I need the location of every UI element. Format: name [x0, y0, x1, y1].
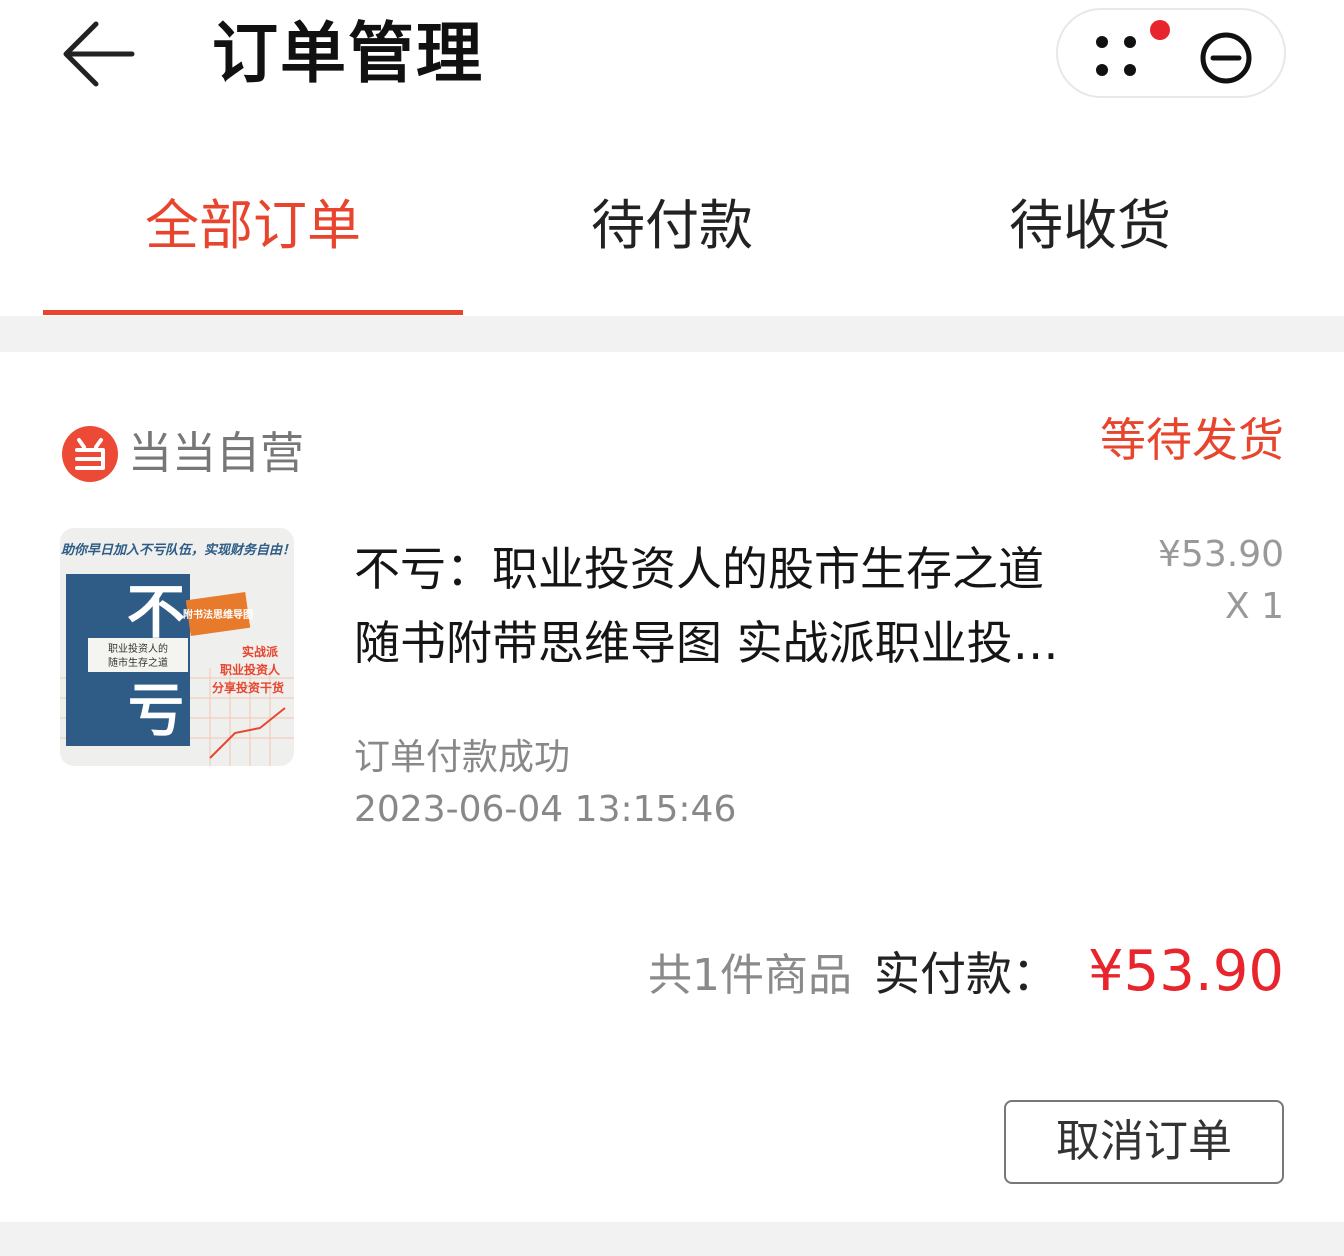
back-arrow-icon[interactable]: [56, 16, 140, 92]
paid-label: 实付款：: [874, 947, 1059, 1001]
cover-tag: 附书法思维导图: [183, 608, 253, 621]
item-count: 共1件商品: [648, 950, 853, 1001]
product-thumbnail[interactable]: 助你早日加入不亏队伍，实现财务自由！ 不 职业投资人的 随市生存之道 亏 附书法…: [60, 528, 294, 766]
quantity: X 1: [1224, 586, 1284, 627]
notification-dot: [1150, 20, 1170, 40]
payment-time: 2023-06-04 13:15:46: [354, 789, 737, 830]
cover-side-2: 职业投资人: [220, 662, 281, 677]
cover-char-2: 亏: [128, 679, 184, 744]
active-tab-indicator: [43, 310, 463, 315]
cover-char-1: 不: [127, 578, 185, 646]
unit-price: ¥53.90: [1158, 534, 1284, 575]
payment-status: 订单付款成功: [354, 737, 571, 778]
product-title-line2: 随书附带思维导图 实战派职业投…: [354, 616, 1059, 670]
minus-circle-icon[interactable]: [1198, 30, 1254, 86]
book-cover-image: 助你早日加入不亏队伍，实现财务自由！ 不 职业投资人的 随市生存之道 亏 附书法…: [60, 528, 294, 766]
shop-name[interactable]: 当当自营: [128, 422, 304, 486]
paid-amount: ¥53.90: [1088, 939, 1284, 1004]
dangdang-logo-icon: [62, 426, 118, 482]
order-total: 共1件商品 实付款： ¥53.90: [648, 938, 1284, 1008]
tab-pending-payment[interactable]: 待付款: [462, 186, 882, 266]
tab-all-orders[interactable]: 全部订单: [43, 186, 463, 266]
cover-banner: 助你早日加入不亏队伍，实现财务自由！: [61, 542, 294, 558]
app-header: 订单管理: [0, 0, 1344, 150]
page-title: 订单管理: [212, 15, 484, 92]
more-dots-icon[interactable]: [1094, 34, 1140, 80]
cancel-order-button[interactable]: 取消订单: [1004, 1100, 1284, 1184]
cover-subtitle-1: 职业投资人的: [108, 642, 168, 655]
order-card[interactable]: 当当自营 等待发货 助你早日加入不亏队伍，实现财务自由！ 不 职业投资人的 随市…: [0, 352, 1344, 1222]
cover-side-3: 分享投资干货: [212, 680, 284, 695]
mini-program-capsule: [1056, 8, 1286, 98]
cover-side-1: 实战派: [242, 644, 279, 659]
product-title-line1: 不亏：职业投资人的股市生存之道: [354, 542, 1044, 596]
tab-pending-receipt[interactable]: 待收货: [880, 186, 1300, 266]
order-status: 等待发货: [1100, 413, 1284, 467]
order-tabs: 全部订单 待付款 待收货: [0, 150, 1344, 316]
product-title[interactable]: 不亏：职业投资人的股市生存之道 随书附带思维导图 实战派职业投…: [354, 532, 1124, 680]
cover-subtitle-2: 随市生存之道: [108, 656, 168, 669]
